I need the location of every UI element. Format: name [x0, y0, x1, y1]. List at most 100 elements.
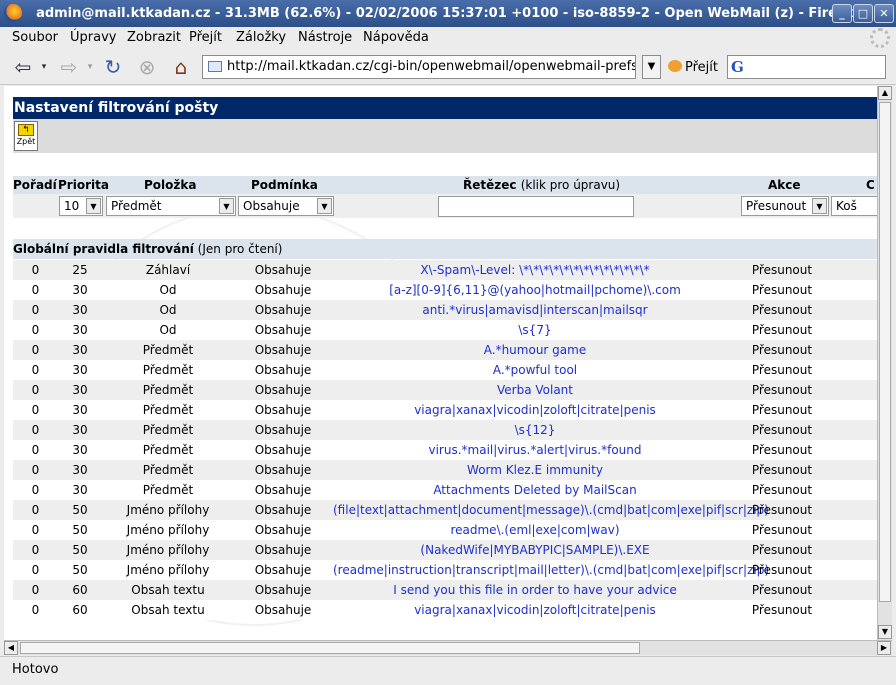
rule-string-link[interactable]: Verba Volant: [333, 383, 737, 397]
rule-string-link[interactable]: (NakedWife|MYBABYPIC|SAMPLE)\.EXE: [333, 543, 737, 557]
menu-edit[interactable]: Úpravy: [70, 30, 116, 45]
forward-dropdown-icon[interactable]: ▾: [84, 55, 96, 79]
rule-condition: Obsahuje: [254, 443, 312, 457]
scroll-right-icon[interactable]: ▶: [877, 641, 891, 655]
item-select[interactable]: Předmět ▼: [106, 196, 236, 216]
horizontal-scroll-thumb[interactable]: [20, 642, 640, 654]
rule-string-link[interactable]: A.*powful tool: [333, 363, 737, 377]
rule-order: 0: [31, 303, 40, 317]
rule-action: Přesunout: [751, 463, 813, 477]
rule-priority: 50: [72, 543, 88, 557]
rule-order: 0: [31, 463, 40, 477]
rule-string-link[interactable]: (file|text|attachment|document|message)\…: [333, 503, 769, 517]
rule-order: 0: [31, 323, 40, 337]
rule-order: 0: [31, 403, 40, 417]
rule-priority: 30: [72, 303, 88, 317]
vertical-scroll-thumb[interactable]: [879, 102, 891, 602]
chevron-down-icon: ▼: [812, 198, 827, 214]
col-order: Pořadí: [13, 178, 57, 192]
action-select[interactable]: Přesunout ▼: [741, 196, 829, 216]
rule-string-link[interactable]: A.*humour game: [333, 343, 737, 357]
stop-icon[interactable]: ⊗: [134, 55, 160, 79]
table-row: 0 25 Záhlaví Obsahuje X\-Spam\-Level: \*\*\*…: [13, 260, 877, 280]
rule-item: Záhlaví: [145, 263, 191, 277]
rule-condition: Obsahuje: [254, 423, 312, 437]
col-action: Akce: [768, 178, 801, 192]
home-icon[interactable]: ⌂: [168, 55, 194, 79]
destination-select[interactable]: Koš: [831, 196, 877, 216]
url-history-dropdown[interactable]: ▼: [642, 55, 661, 79]
rule-condition: Obsahuje: [254, 303, 312, 317]
page-toolbar: ↰ Zpět: [13, 119, 877, 153]
rule-item: Předmět: [142, 463, 194, 477]
close-icon[interactable]: ✕: [874, 4, 894, 23]
rule-action: Přesunout: [751, 363, 813, 377]
rule-string-link[interactable]: virus.*mail|virus.*alert|virus.*found: [333, 443, 737, 457]
chevron-down-icon: ▼: [86, 198, 101, 214]
minimize-icon[interactable]: _: [832, 4, 852, 23]
col-string-hint: (klik pro úpravu): [520, 178, 621, 192]
rule-string-link[interactable]: readme\.(eml|exe|com|wav): [333, 523, 737, 537]
table-row: 0 30 Předmět Obsahuje Worm Klez.E immunity Př…: [13, 460, 877, 480]
vertical-scrollbar[interactable]: ▲ ▼: [877, 86, 892, 640]
go-button[interactable]: Přejít: [668, 60, 718, 75]
search-input[interactable]: G: [727, 55, 886, 79]
rule-condition: Obsahuje: [254, 503, 312, 517]
menu-bookmarks[interactable]: Záložky: [236, 30, 286, 45]
rule-condition: Obsahuje: [254, 483, 312, 497]
rule-item: Od: [159, 303, 177, 317]
table-row: 0 50 Jméno přílohy Obsahuje (readme|instruct…: [13, 560, 877, 580]
menu-view[interactable]: Zobrazit: [127, 30, 181, 45]
rule-order: 0: [31, 363, 40, 377]
rule-string-link[interactable]: viagra|xanax|vicodin|zoloft|citrate|peni…: [333, 403, 737, 417]
table-row: 0 30 Předmět Obsahuje virus.*mail|virus.*ale…: [13, 440, 877, 460]
rule-string-link[interactable]: (readme|instruction|transcript|mail|lett…: [333, 563, 769, 577]
rule-string-link[interactable]: Worm Klez.E immunity: [333, 463, 737, 477]
scroll-left-icon[interactable]: ◀: [4, 641, 18, 655]
string-input[interactable]: [438, 196, 634, 217]
rule-string-link[interactable]: I send you this file in order to have yo…: [333, 583, 737, 597]
rule-string-link[interactable]: viagra|xanax|vicodin|zoloft|citrate|peni…: [333, 603, 737, 617]
rule-action: Přesunout: [751, 423, 813, 437]
rule-string-link[interactable]: anti.*virus|amavisd|interscan|mailsqr: [333, 303, 737, 317]
rule-action: Přesunout: [751, 343, 813, 357]
rule-string-link[interactable]: X\-Spam\-Level: \*\*\*\*\*\*\*\*\*\*\*\*…: [333, 263, 737, 277]
maximize-icon[interactable]: □: [853, 4, 873, 23]
rule-priority: 50: [72, 563, 88, 577]
back-arrow-icon[interactable]: ⇦: [10, 55, 36, 79]
rule-order: 0: [31, 343, 40, 357]
rule-order: 0: [31, 583, 40, 597]
rule-order: 0: [31, 603, 40, 617]
rule-item: Předmět: [142, 363, 194, 377]
scroll-down-icon[interactable]: ▼: [878, 625, 892, 639]
rule-string-link[interactable]: \s{7}: [333, 323, 737, 337]
menu-tools[interactable]: Nástroje: [298, 30, 352, 45]
back-dropdown-icon[interactable]: ▾: [38, 55, 50, 79]
rule-action: Přesunout: [751, 263, 813, 277]
menu-file[interactable]: Soubor: [12, 30, 58, 45]
rule-string-link[interactable]: Attachments Deleted by MailScan: [333, 483, 737, 497]
rule-condition: Obsahuje: [254, 463, 312, 477]
rule-item: Jméno přílohy: [126, 563, 210, 577]
forward-arrow-icon[interactable]: ⇨: [56, 55, 82, 79]
rule-priority: 30: [72, 283, 88, 297]
rule-priority: 60: [72, 583, 88, 597]
rule-condition: Obsahuje: [254, 343, 312, 357]
back-button[interactable]: ↰ Zpět: [14, 121, 38, 151]
url-bar[interactable]: http://mail.ktkadan.cz/cgi-bin/openwebma…: [202, 55, 636, 79]
menu-bar: Soubor Úpravy Zobrazit Přejít Záložky Ná…: [0, 27, 896, 49]
rule-string-link[interactable]: \s{12}: [333, 423, 737, 437]
scroll-up-icon[interactable]: ▲: [878, 86, 892, 100]
global-rules-subtitle: (Jen pro čtení): [197, 242, 283, 256]
priority-select[interactable]: 10 ▼: [59, 196, 103, 216]
window-titlebar: admin@mail.ktkadan.cz - 31.3MB (62.6%) -…: [0, 0, 896, 27]
condition-select[interactable]: Obsahuje ▼: [238, 196, 334, 216]
menu-help[interactable]: Nápověda: [363, 30, 429, 45]
filter-column-header: Pořadí Priorita Položka Podmínka Řetězec…: [13, 176, 877, 194]
rule-order: 0: [31, 263, 40, 277]
rule-string-link[interactable]: [a-z][0-9]{6,11}@(yahoo|hotmail|pchome)\…: [333, 283, 737, 297]
menu-go[interactable]: Přejít: [189, 30, 222, 45]
rule-priority: 30: [72, 483, 88, 497]
reload-icon[interactable]: ↻: [100, 55, 126, 79]
horizontal-scrollbar[interactable]: ◀ ▶: [4, 640, 892, 655]
